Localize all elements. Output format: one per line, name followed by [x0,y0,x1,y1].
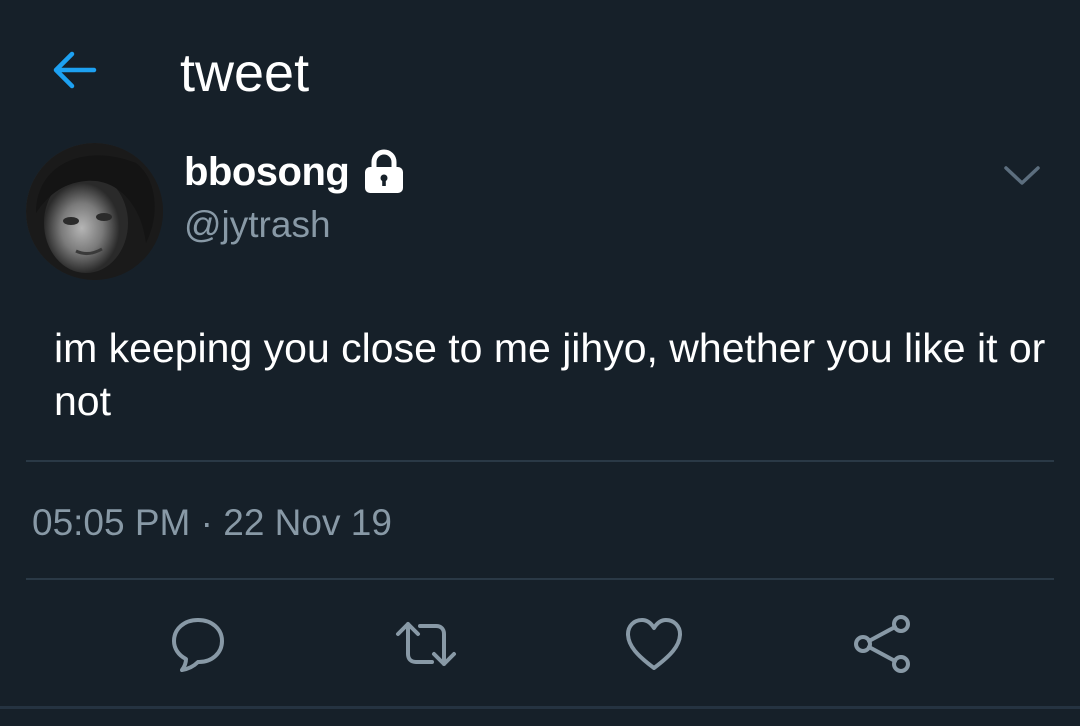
divider [26,460,1054,462]
heart-icon [626,618,682,670]
tweet-menu-button[interactable] [1000,158,1044,194]
lock-icon [363,149,405,195]
author-name-row[interactable]: bbosong [184,148,405,196]
avatar[interactable] [26,143,163,280]
share-button[interactable] [850,612,914,676]
reply-button[interactable] [166,612,230,676]
page-title: tweet [180,43,310,103]
tweet-timestamp[interactable]: 05:05 PM · 22 Nov 19 [32,500,392,546]
like-button[interactable] [622,612,686,676]
user-handle[interactable]: @jytrash [184,202,331,248]
back-button[interactable] [48,48,100,92]
speech-bubble-icon [172,618,224,672]
bottom-border [0,706,1080,709]
chevron-down-icon [1004,166,1040,185]
tweet-text: im keeping you close to me jihyo, whethe… [54,325,1046,424]
retweet-icon [396,622,456,666]
display-name[interactable]: bbosong [184,148,350,196]
divider [26,578,1054,580]
retweet-button[interactable] [394,612,458,676]
avatar-photo [26,143,163,280]
share-icon [854,615,910,673]
arrow-left-icon [53,51,97,89]
tweet-detail-screen: tweet bbosong @jytrash im keeping you cl… [0,0,1080,726]
